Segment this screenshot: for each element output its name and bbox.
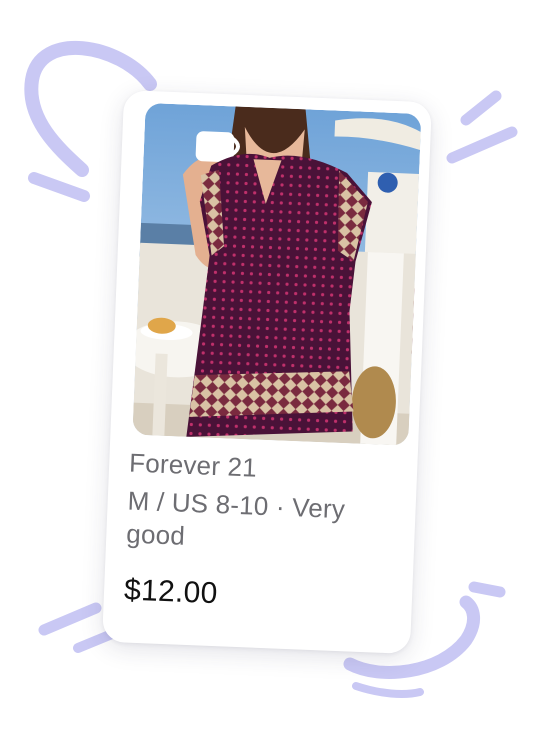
listing-info: Forever 21 M / US 8-10 · Very good $12.0… <box>123 447 399 620</box>
top-right-dash-1 <box>460 90 502 126</box>
bottom-right-dash <box>468 581 506 598</box>
price-label: $12.00 <box>123 573 219 611</box>
product-photo[interactable] <box>132 102 422 446</box>
product-image <box>132 102 422 446</box>
top-right-dash-2 <box>446 126 518 164</box>
bottom-left-dash-1 <box>38 602 102 636</box>
size-condition-label: M / US 8-10 · Very good <box>125 485 346 551</box>
bottom-swirl-tail <box>352 682 424 698</box>
bottom-left-dash-2 <box>73 629 117 653</box>
product-card[interactable]: Forever 21 M / US 8-10 · Very good $12.0… <box>102 90 432 654</box>
brand-label: Forever 21 <box>128 447 258 483</box>
top-left-dash <box>28 172 90 202</box>
